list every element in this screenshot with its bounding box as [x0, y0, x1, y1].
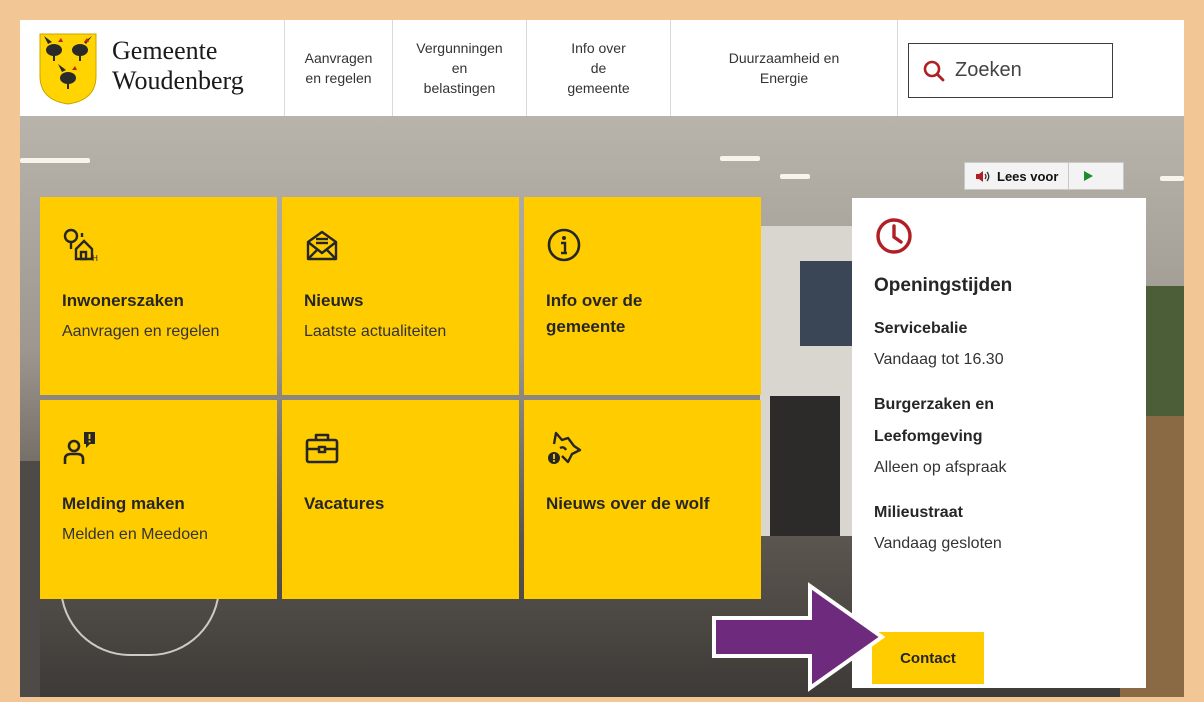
hours-section-burgerzaken: Burgerzaken en Leefomgeving Alleen op af… [874, 389, 1124, 483]
hours-section-milieustraat: Milieustraat Vandaag gesloten [874, 497, 1124, 559]
svg-text:H: H [92, 254, 98, 263]
annotation-arrow-icon [712, 582, 886, 692]
hours-section-title: Burgerzaken en Leefomgeving [874, 396, 995, 445]
opening-hours-title: Openingstijden [874, 275, 1013, 296]
hours-section-text: Alleen op afspraak [874, 459, 1007, 476]
floor-shadow [20, 461, 40, 697]
tile-inwonerszaken[interactable]: H Inwonerszaken Aanvragen en regelen [40, 197, 277, 395]
read-aloud-button[interactable]: Lees voor [965, 163, 1070, 189]
site-logo[interactable]: Gemeente Woudenberg [38, 32, 278, 108]
tile-info-gemeente[interactable]: Info over de gemeente [524, 197, 761, 395]
hours-section-title: Milieustraat [874, 504, 963, 521]
briefcase-icon [305, 433, 339, 464]
nav-duurzaamheid[interactable]: Duurzaamheid en Energie [670, 20, 898, 116]
read-aloud-label: Lees voor [997, 168, 1059, 184]
search-label: Zoeken [955, 59, 1022, 81]
tile-title: Nieuws over de wolf [546, 494, 710, 513]
opening-hours-panel: Openingstijden Servicebalie Vandaag tot … [852, 198, 1146, 688]
tile-wolf[interactable]: Nieuws over de wolf [524, 400, 761, 599]
house-tree-icon: H [63, 228, 98, 263]
hours-section-servicebalie: Servicebalie Vandaag tot 16.30 [874, 313, 1124, 375]
tile-title: Info over de gemeente [546, 291, 643, 336]
play-icon [1084, 171, 1094, 181]
tile-melding-maken[interactable]: Melding maken Melden en Meedoen [40, 400, 277, 599]
info-icon [547, 228, 581, 262]
clock-icon [876, 218, 912, 254]
site-name: Gemeente Woudenberg [112, 36, 244, 96]
kiosk [770, 396, 840, 536]
search-icon [923, 60, 945, 81]
browser-viewport: Gemeente Woudenberg Aanvragen en regelen… [20, 20, 1184, 697]
hours-section-title: Servicebalie [874, 320, 968, 337]
site-name-line1: Gemeente [112, 36, 218, 65]
site-header: Gemeente Woudenberg Aanvragen en regelen… [20, 20, 1184, 116]
envelope-icon [306, 230, 338, 261]
nav-aanvragen[interactable]: Aanvragen en regelen [284, 20, 392, 116]
read-aloud-widget[interactable]: Lees voor [964, 162, 1124, 190]
tile-title: Nieuws [304, 291, 364, 310]
ceiling-light [20, 158, 90, 163]
tile-title: Vacatures [304, 494, 385, 513]
tile-title: Melding maken [62, 494, 185, 513]
speaker-icon [976, 170, 990, 182]
coat-of-arms-icon [39, 33, 97, 105]
ceiling-light [720, 156, 760, 161]
tile-subtitle: Laatste actualiteiten [304, 323, 447, 340]
site-name-line2: Woudenberg [112, 66, 244, 95]
ceiling-light [780, 174, 810, 179]
search-button[interactable]: Zoeken [908, 43, 1113, 98]
hours-section-text: Vandaag tot 16.30 [874, 351, 1004, 368]
tile-vacatures[interactable]: Vacatures [282, 400, 519, 599]
tile-title: Inwonerszaken [62, 291, 184, 310]
wolf-icon [548, 431, 582, 464]
nav-info-gemeente[interactable]: Info over de gemeente [526, 20, 670, 116]
hours-section-text: Vandaag gesloten [874, 535, 1002, 552]
wall-screen [800, 261, 855, 346]
tile-nieuws[interactable]: Nieuws Laatste actualiteiten [282, 197, 519, 395]
ceiling-light [1160, 176, 1184, 181]
tile-subtitle: Aanvragen en regelen [62, 323, 220, 340]
play-button[interactable] [1069, 170, 1107, 182]
tile-subtitle: Melden en Meedoen [62, 526, 208, 543]
nav-vergunningen[interactable]: Vergunningen en belastingen [392, 20, 526, 116]
person-alert-icon [63, 432, 95, 464]
